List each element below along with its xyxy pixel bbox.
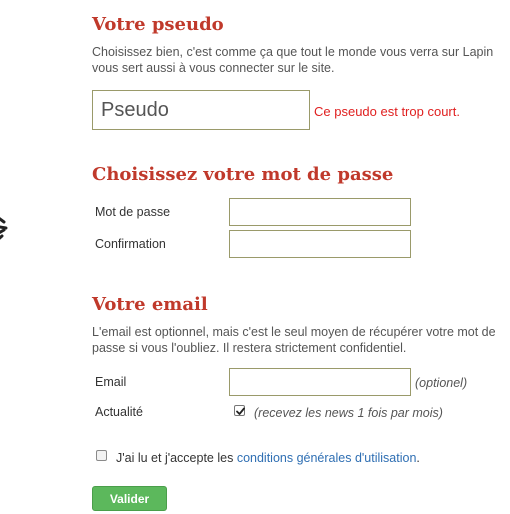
confirmation-label: Confirmation xyxy=(95,237,166,251)
password-input[interactable] xyxy=(229,198,411,226)
password-section-title: Choisissez votre mot de passe xyxy=(92,164,394,185)
news-hint: (recevez les news 1 fois par mois) xyxy=(254,406,443,420)
email-optional-hint: (optionel) xyxy=(415,376,468,390)
pseudo-input[interactable] xyxy=(92,90,310,130)
terms-checkbox[interactable] xyxy=(96,450,107,461)
decorative-mark xyxy=(0,217,8,240)
email-description: L'email est optionnel, mais c'est le seu… xyxy=(92,324,496,356)
pseudo-description-line-2: vous sert aussi à vous connecter sur le … xyxy=(92,61,335,75)
terms-text: J'ai lu et j'accepte les conditions géné… xyxy=(116,451,420,465)
email-label: Email xyxy=(95,375,127,389)
submit-button[interactable]: Valider xyxy=(92,486,167,511)
email-section-title: Votre email xyxy=(92,294,208,315)
pseudo-description: Choisissez bien, c'est comme ça que tout… xyxy=(92,44,493,76)
pseudo-section-title: Votre pseudo xyxy=(92,14,224,35)
email-description-line-1: L'email est optionnel, mais c'est le seu… xyxy=(92,325,496,339)
terms-text-after: . xyxy=(416,451,420,465)
news-label: Actualité xyxy=(95,405,143,419)
terms-link[interactable]: conditions générales d'utilisation xyxy=(237,451,417,465)
terms-text-before: J'ai lu et j'accepte les xyxy=(116,451,237,465)
pseudo-error-message: Ce pseudo est trop court. xyxy=(314,104,460,119)
email-description-line-2: passe si vous l'oubliez. Il restera stri… xyxy=(92,341,407,355)
email-input[interactable] xyxy=(229,368,411,396)
checkmark-icon xyxy=(236,407,245,415)
news-checkbox[interactable] xyxy=(234,405,245,416)
pseudo-description-line-1: Choisissez bien, c'est comme ça que tout… xyxy=(92,45,494,59)
confirmation-input[interactable] xyxy=(229,230,411,258)
password-label: Mot de passe xyxy=(95,205,171,219)
